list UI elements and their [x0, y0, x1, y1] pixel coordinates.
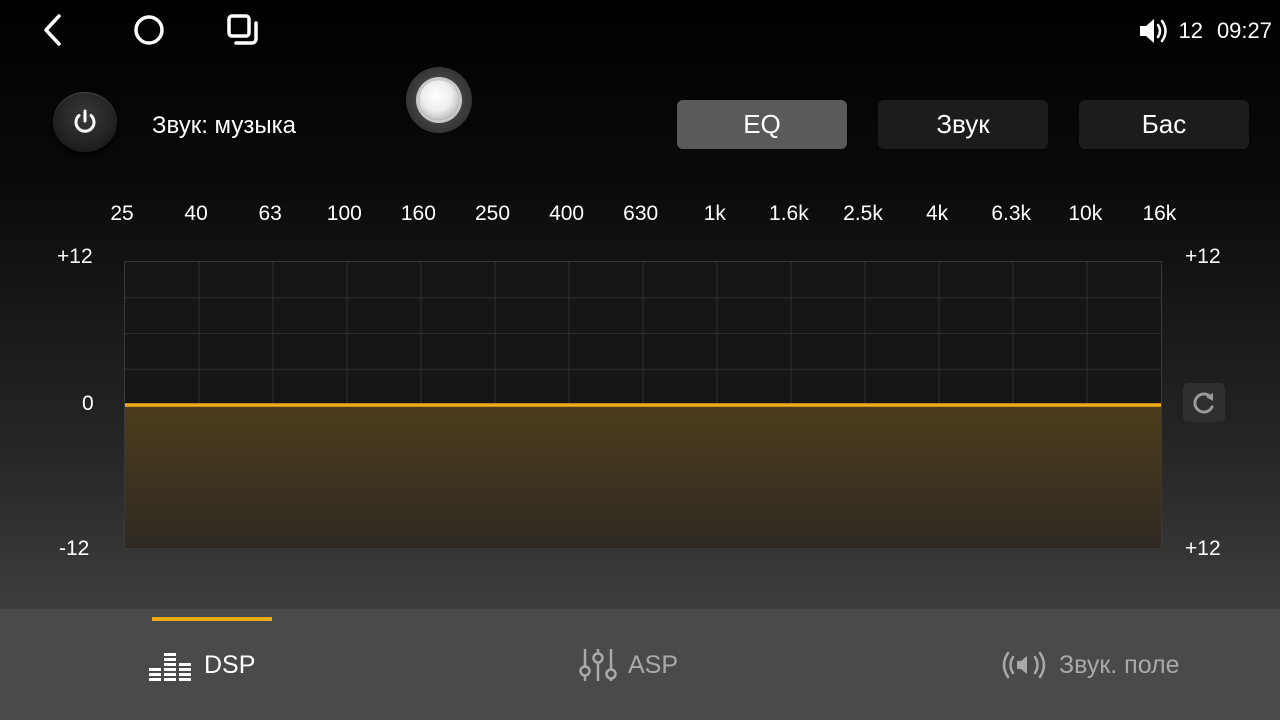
reset-icon — [1193, 392, 1214, 414]
tab-bar-notch — [0, 590, 310, 610]
freq-label-4k: 4k — [926, 202, 949, 225]
power-icon — [74, 109, 96, 133]
tab-sound[interactable]: Звук — [878, 100, 1048, 149]
scale-right-top: +12 — [1185, 245, 1221, 268]
freq-label-160: 160 — [400, 202, 436, 225]
freq-label-25: 25 — [110, 202, 134, 225]
freq-label-400: 400 — [549, 202, 585, 225]
bottom-tab-sound-field[interactable]: Звук. поле — [999, 645, 1180, 685]
freq-label-1k: 1k — [703, 202, 726, 225]
bottom-tab-asp-label: ASP — [628, 650, 679, 679]
bottom-tab-sound-field-label: Звук. поле — [1059, 650, 1180, 679]
floating-ball-knob — [419, 80, 459, 120]
volume-icon[interactable] — [1138, 16, 1170, 46]
recents-icon — [227, 14, 258, 45]
scale-left-top: +12 — [57, 245, 93, 268]
bottom-tab-dsp[interactable]: DSP — [148, 645, 255, 685]
freq-label-63: 63 — [258, 202, 282, 225]
sound-mode-label: Звук: музыка — [152, 112, 296, 139]
freq-label-2.5k: 2.5k — [843, 202, 883, 225]
freq-label-40: 40 — [184, 202, 208, 225]
eq-curve-fill — [125, 405, 1161, 548]
home-button[interactable] — [129, 10, 169, 50]
back-button[interactable] — [33, 10, 73, 50]
tab-bass[interactable]: Бас — [1079, 100, 1249, 149]
volume-level: 12 — [1178, 18, 1203, 43]
scale-left-mid: 0 — [82, 392, 94, 415]
recents-button[interactable] — [223, 10, 263, 50]
freq-label-10k: 10k — [1068, 202, 1103, 225]
bottom-tab-asp[interactable]: ASP — [578, 645, 678, 685]
scale-left-bottom: -12 — [59, 537, 90, 560]
status-bar: 12 09:27 — [1138, 14, 1272, 48]
floating-assistive-button[interactable] — [406, 67, 472, 133]
bottom-tab-dsp-label: DSP — [204, 650, 256, 679]
mixer-icon — [579, 649, 617, 681]
power-button[interactable] — [53, 92, 117, 152]
back-icon — [44, 14, 61, 46]
clock: 09:27 — [1216, 18, 1272, 43]
eq-curve-svg[interactable] — [125, 262, 1161, 548]
eq-graph[interactable] — [124, 261, 1162, 549]
tab-eq[interactable]: EQ — [677, 100, 847, 149]
surround-icon — [1002, 651, 1046, 679]
active-tab-indicator — [152, 617, 272, 621]
reset-button[interactable] — [1183, 383, 1225, 422]
freq-label-16k: 16k — [1142, 202, 1177, 225]
freq-label-250: 250 — [474, 202, 511, 225]
scale-right-bottom: +12 — [1185, 537, 1221, 560]
equalizer-icon — [149, 653, 191, 681]
home-icon — [134, 15, 164, 45]
freq-label-6.3k: 6.3k — [991, 202, 1032, 225]
freq-label-630: 630 — [623, 202, 659, 225]
freq-label-1.6k: 1.6k — [769, 202, 809, 225]
freq-label-100: 100 — [326, 202, 362, 225]
